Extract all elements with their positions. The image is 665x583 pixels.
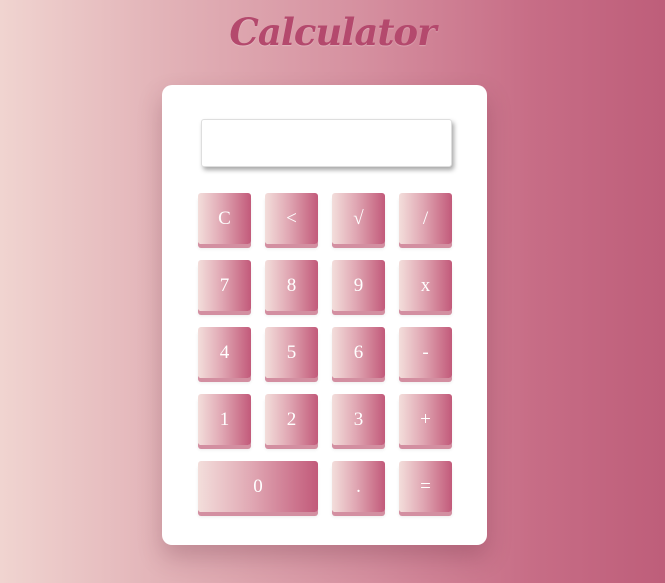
equals-button[interactable]: = [399,461,452,512]
calculator-panel: C < √ / 7 8 9 x 4 5 6 - 1 2 3 + 0 . = [162,85,487,545]
digit-8-button[interactable]: 8 [265,260,318,311]
digit-7-button[interactable]: 7 [198,260,251,311]
calculator-display[interactable] [201,119,452,167]
digit-1-button[interactable]: 1 [198,394,251,445]
digit-5-button[interactable]: 5 [265,327,318,378]
add-button[interactable]: + [399,394,452,445]
digit-2-button[interactable]: 2 [265,394,318,445]
digit-0-button[interactable]: 0 [198,461,318,512]
divide-button[interactable]: / [399,193,452,244]
multiply-button[interactable]: x [399,260,452,311]
page-title: Calculator [229,10,436,54]
digit-9-button[interactable]: 9 [332,260,385,311]
square-root-button[interactable]: √ [332,193,385,244]
digit-4-button[interactable]: 4 [198,327,251,378]
decimal-point-button[interactable]: . [332,461,385,512]
clear-button[interactable]: C [198,193,251,244]
digit-6-button[interactable]: 6 [332,327,385,378]
digit-3-button[interactable]: 3 [332,394,385,445]
backspace-button[interactable]: < [265,193,318,244]
subtract-button[interactable]: - [399,327,452,378]
